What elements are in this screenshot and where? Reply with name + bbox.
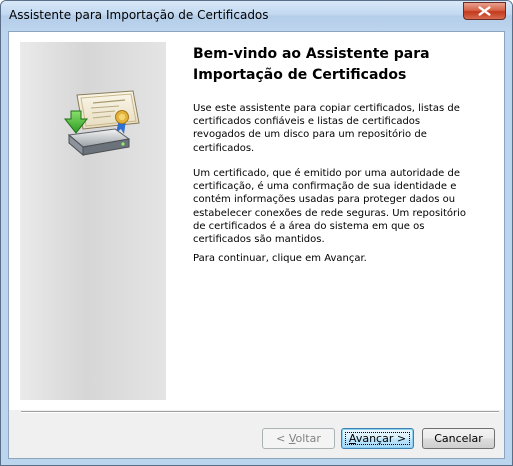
page-heading: Bem-vindo ao Assistente para Importação …	[193, 44, 483, 86]
cancel-button[interactable]: Cancelar	[422, 428, 495, 449]
back-button[interactable]: < Voltar	[262, 428, 335, 449]
back-button-mnemonic: V	[288, 432, 296, 445]
next-button[interactable]: Avançar >	[341, 428, 414, 449]
side-banner	[20, 42, 166, 400]
focus-rectangle	[345, 432, 410, 445]
intro-paragraph: Use este assistente para copiar certific…	[193, 103, 460, 154]
back-button-label: oltar	[295, 432, 321, 445]
title-bar[interactable]: Assistente para Importação de Certificad…	[1, 1, 512, 29]
certificate-description-paragraph: Um certificado, que é emitido por uma au…	[193, 168, 467, 246]
certificate-import-icon	[63, 90, 140, 157]
separator-line	[21, 411, 499, 413]
close-icon	[478, 6, 491, 16]
heading-line-1: Bem-vindo ao Assistente para	[193, 46, 430, 62]
window-title: Assistente para Importação de Certificad…	[9, 8, 269, 22]
heading-line-2: Importação de Certificados	[193, 67, 407, 83]
close-button[interactable]	[463, 2, 506, 20]
back-button-prefix: <	[276, 432, 289, 445]
wizard-window: Assistente para Importação de Certificad…	[0, 0, 513, 466]
wizard-client-area: Bem-vindo ao Assistente para Importação …	[8, 31, 505, 459]
continue-instruction: Para continuar, clique em Avançar.	[193, 253, 367, 264]
welcome-page: Bem-vindo ao Assistente para Importação …	[9, 32, 504, 410]
